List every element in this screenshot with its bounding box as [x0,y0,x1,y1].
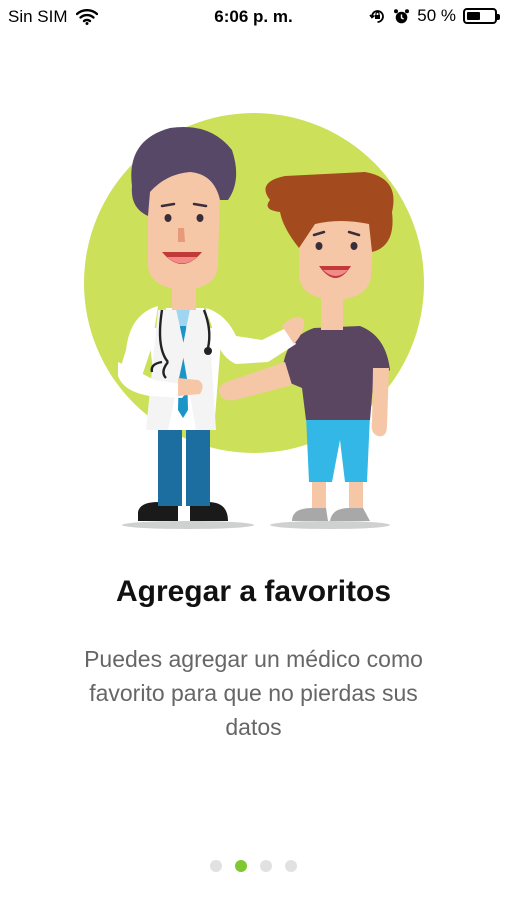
page-dot-4[interactable] [285,860,297,872]
battery-icon [463,8,500,24]
battery-percent: 50 % [417,6,456,25]
page-dot-3[interactable] [260,860,272,872]
page-dot-2[interactable] [235,860,247,872]
orientation-lock-icon [369,9,385,23]
patient-shadow [270,521,390,529]
battery-fill [467,12,480,20]
status-bar: Sin SIM 6:06 p. m. 50 % [0,0,507,34]
page-dot-1[interactable] [210,860,222,872]
alarm-icon [394,8,410,23]
battery-tip [497,14,500,20]
page-indicator[interactable] [0,860,507,872]
doctor-shadow [122,521,254,529]
onboarding-description: Puedes agregar un médico como favorito p… [84,646,423,740]
onboarding-title: Agregar a favoritos [115,575,392,608]
status-right: 50 % [369,6,500,26]
doctor-patient-illustration [84,113,424,529]
